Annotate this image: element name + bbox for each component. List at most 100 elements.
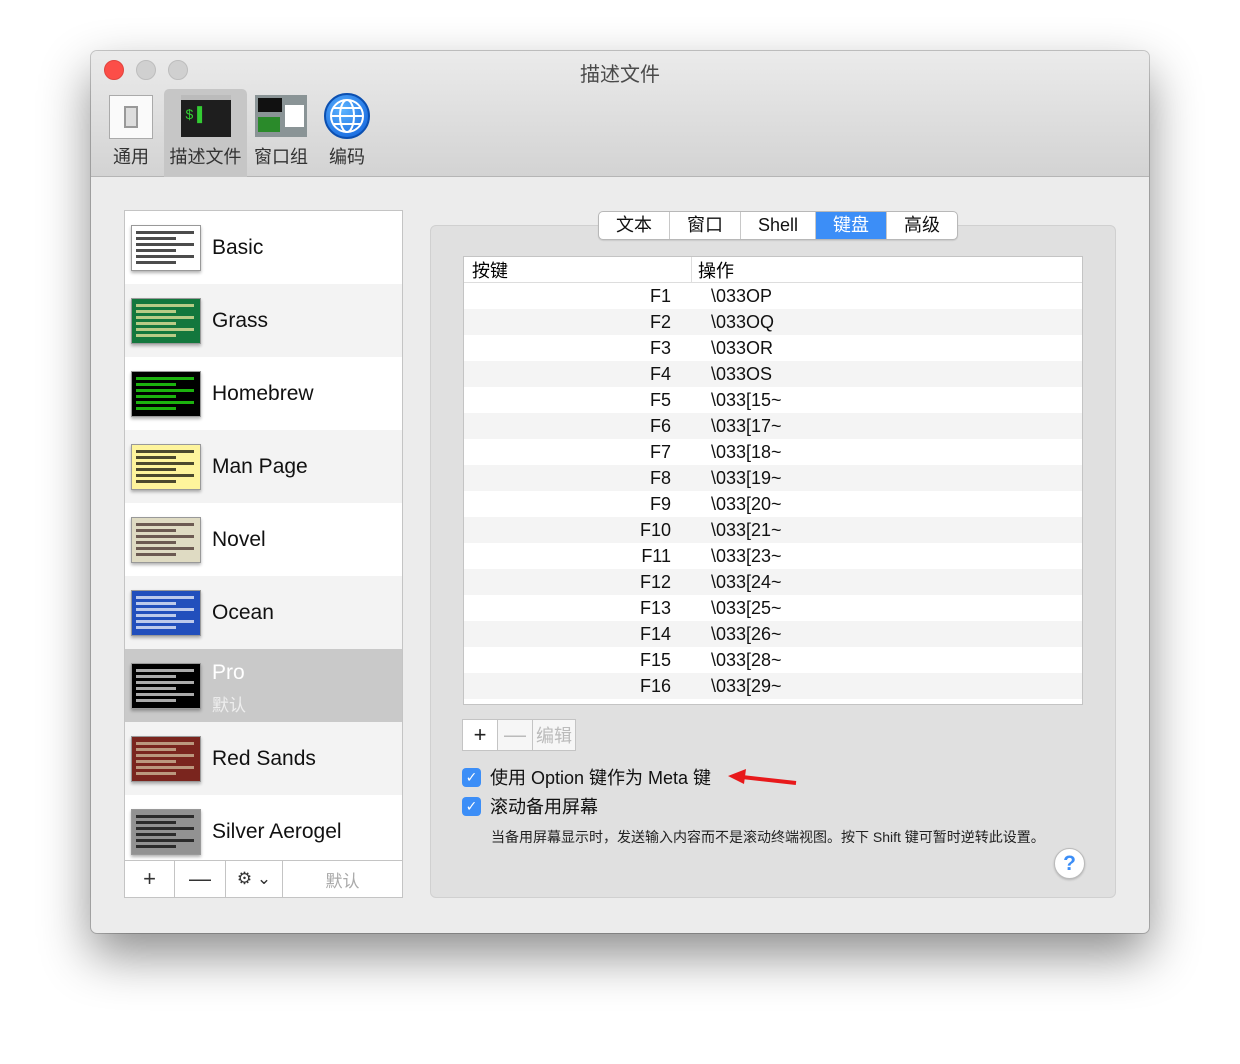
profile-list-toolbar: + — ⚙ ⌄ 默认: [125, 860, 402, 897]
edit-key-button[interactable]: 编辑: [533, 720, 575, 750]
table-row[interactable]: F16 \033[29~: [464, 673, 1082, 699]
table-row[interactable]: F4 \033OS: [464, 361, 1082, 387]
profile-item[interactable]: Red Sands: [125, 722, 402, 795]
key-cell: F1: [649, 285, 671, 306]
key-cell: F16: [639, 675, 671, 696]
column-header-key[interactable]: 按键: [464, 256, 692, 283]
profile-item[interactable]: Silver Aerogel: [125, 795, 402, 860]
profile-name: Man Page: [212, 454, 308, 478]
toolbar-profiles[interactable]: $ ▌ 描述文件: [164, 89, 247, 177]
option-as-meta-checkbox[interactable]: ✓ 使用 Option 键作为 Meta 键: [462, 764, 711, 790]
profile-item[interactable]: Homebrew: [125, 357, 402, 430]
table-row[interactable]: F13 \033[25~: [464, 595, 1082, 621]
key-cell: F15: [639, 649, 671, 670]
action-cell: \033OP: [711, 285, 773, 306]
key-cell: F6: [649, 415, 671, 436]
action-cell: \033[15~: [711, 389, 782, 410]
key-cell: F2: [649, 311, 671, 332]
action-cell: \033OS: [711, 363, 773, 384]
tab-1[interactable]: 窗口: [670, 212, 741, 239]
set-default-button[interactable]: 默认: [283, 861, 402, 897]
checkbox-label: 滚动备用屏幕: [490, 797, 598, 817]
key-cell: F5: [649, 389, 671, 410]
action-cell: \033[17~: [711, 415, 782, 436]
toolbar-label: 通用: [113, 147, 149, 167]
column-header-action[interactable]: 操作: [692, 257, 734, 283]
profile-list[interactable]: Basic Grass Homebrew Man Page Novel Ocean Pro 默…: [125, 211, 402, 860]
gear-menu-button[interactable]: ⚙ ⌄: [226, 861, 283, 897]
checkmark-icon: ✓: [462, 796, 481, 816]
profile-name: Red Sands: [212, 746, 316, 770]
settings-tabs: 文本 窗口 Shell 键盘 高级: [598, 211, 959, 240]
key-cell: F13: [639, 597, 671, 618]
table-row[interactable]: F14 \033[26~: [464, 621, 1082, 647]
profile-item[interactable]: Novel: [125, 503, 402, 576]
profile-preview-thumbnail: [131, 663, 201, 709]
scroll-description: 当备用屏幕显示时，发送输入内容而不是滚动终端视图。按下 Shift 键可暂时逆转…: [491, 829, 1045, 845]
action-cell: \033OR: [711, 337, 774, 358]
table-row[interactable]: F2 \033OQ: [464, 309, 1082, 335]
profile-name: Homebrew: [212, 381, 314, 405]
key-cell: F14: [639, 623, 671, 644]
table-row[interactable]: F5 \033[15~: [464, 387, 1082, 413]
terminal-preferences-window: 描述文件 通用 $ ▌ 描述文件 窗口组 编码 Basic Grass Homebr…: [91, 51, 1149, 933]
table-row[interactable]: F9 \033[20~: [464, 491, 1082, 517]
toolbar-label: 窗口组: [254, 147, 308, 167]
profile-name: Grass: [212, 308, 269, 332]
action-cell: \033[26~: [711, 623, 782, 644]
profile-preview-thumbnail: [131, 444, 201, 490]
key-cell: F9: [649, 493, 671, 514]
table-row[interactable]: F8 \033[19~: [464, 465, 1082, 491]
toolbar-general[interactable]: 通用: [105, 89, 157, 177]
profile-preview-thumbnail: [131, 809, 201, 855]
action-cell: \033[28~: [711, 649, 782, 670]
profile-sidebar: Basic Grass Homebrew Man Page Novel Ocean Pro 默…: [124, 210, 403, 898]
remove-key-button[interactable]: —: [498, 720, 533, 750]
key-cell: F4: [649, 363, 671, 384]
key-cell: F7: [649, 441, 671, 462]
profile-name: Novel: [212, 527, 266, 551]
profile-item[interactable]: Ocean: [125, 576, 402, 649]
checkmark-icon: ✓: [462, 767, 481, 787]
table-row[interactable]: F12 \033[24~: [464, 569, 1082, 595]
profile-preview-thumbnail: [131, 371, 201, 417]
titlebar: 描述文件 通用 $ ▌ 描述文件 窗口组 编码: [91, 51, 1149, 177]
toolbar-window-groups[interactable]: 窗口组: [253, 89, 309, 177]
add-key-button[interactable]: +: [463, 720, 498, 750]
key-cell: F10: [639, 519, 671, 540]
table-row[interactable]: F3 \033OR: [464, 335, 1082, 361]
profile-item[interactable]: Man Page: [125, 430, 402, 503]
add-profile-button[interactable]: +: [125, 861, 175, 897]
toolbar-label: 编码: [329, 147, 365, 167]
profile-item[interactable]: Grass: [125, 284, 402, 357]
tab-3[interactable]: 键盘: [816, 212, 888, 239]
switch-icon: [109, 95, 153, 139]
remove-profile-button[interactable]: —: [175, 861, 226, 897]
window-title: 描述文件: [580, 64, 660, 86]
table-header: 按键 操作: [464, 256, 1082, 283]
action-cell: \033[18~: [711, 441, 782, 462]
tab-0[interactable]: 文本: [599, 212, 670, 239]
action-cell: \033[24~: [711, 571, 782, 592]
action-cell: \033OQ: [711, 311, 775, 332]
profile-name: Silver Aerogel: [212, 819, 342, 843]
help-button[interactable]: ?: [1054, 848, 1085, 879]
toolbar-encodings[interactable]: 编码: [319, 89, 375, 177]
profile-name: Basic: [212, 235, 264, 259]
key-cell: F12: [639, 571, 671, 592]
tab-4[interactable]: 高级: [887, 212, 957, 239]
default-label: 默认: [212, 696, 246, 715]
table-row[interactable]: F10 \033[21~: [464, 517, 1082, 543]
table-row[interactable]: F6 \033[17~: [464, 413, 1082, 439]
table-row[interactable]: F15 \033[28~: [464, 647, 1082, 673]
key-mapping-table[interactable]: 按键 操作 F1 \033OP F2 \033OQ F3 \033OR F4 \033OS F5…: [463, 256, 1083, 705]
profile-preview-thumbnail: [131, 590, 201, 636]
table-row[interactable]: F7 \033[18~: [464, 439, 1082, 465]
scroll-alternate-screen-checkbox[interactable]: ✓ 滚动备用屏幕: [462, 793, 598, 819]
profile-item[interactable]: Basic: [125, 211, 402, 284]
table-row[interactable]: F1 \033OP: [464, 283, 1082, 309]
profile-item[interactable]: Pro 默认: [125, 649, 402, 722]
tab-2[interactable]: Shell: [741, 212, 817, 239]
profile-preview-thumbnail: [131, 225, 201, 271]
table-row[interactable]: F11 \033[23~: [464, 543, 1082, 569]
